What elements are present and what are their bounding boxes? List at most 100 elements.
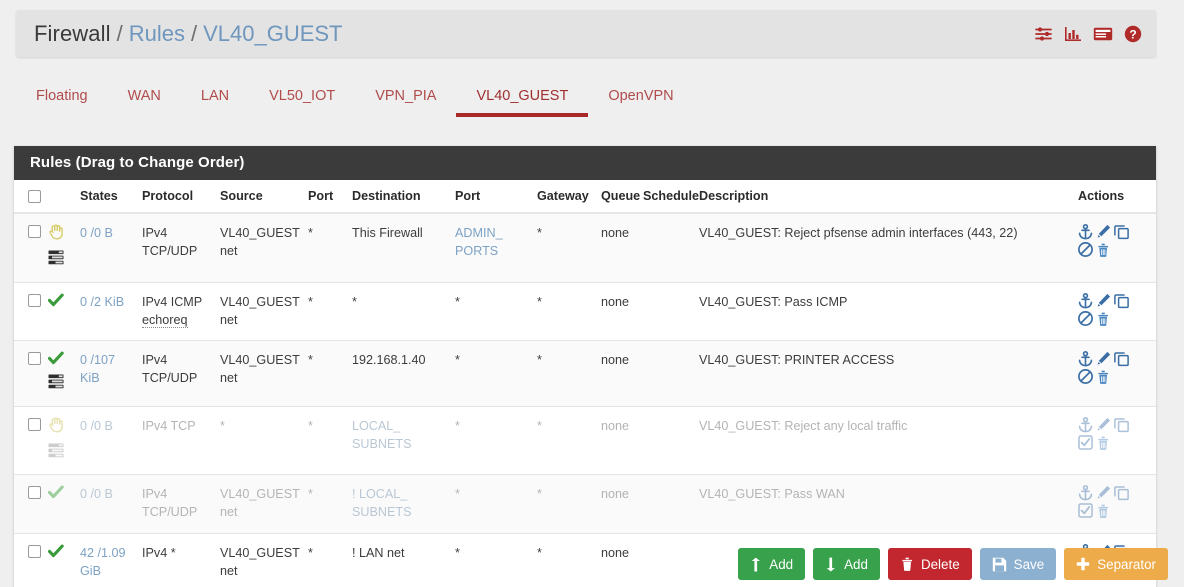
pencil-icon[interactable]: [1096, 293, 1111, 309]
anchor-icon[interactable]: [1078, 351, 1093, 367]
rule-states-value[interactable]: 42 /1.09 GiB: [80, 546, 126, 578]
add-button-top[interactable]: Add: [738, 548, 806, 580]
pencil-icon[interactable]: [1096, 224, 1111, 240]
rule-source-port-cell: *: [304, 282, 348, 341]
pass-check-icon[interactable]: [47, 293, 65, 312]
select-all-checkbox[interactable]: [28, 190, 41, 203]
tab-openvpn[interactable]: OpenVPN: [588, 78, 693, 117]
help-circle-icon[interactable]: ?: [1124, 25, 1142, 43]
anchor-icon[interactable]: [1078, 224, 1093, 240]
bar-chart-icon[interactable]: [1064, 26, 1082, 42]
tab-floating[interactable]: Floating: [16, 78, 108, 117]
pass-check-icon[interactable]: [47, 351, 65, 370]
rule-schedule-cell: [639, 282, 695, 341]
row-checkbox[interactable]: [28, 293, 41, 307]
delete-button[interactable]: Delete: [887, 548, 972, 580]
check-square-icon[interactable]: [1078, 434, 1093, 451]
table-row[interactable]: 0 /0 B IPv4 TCP * * LOCAL_ SUBNETS * * none VL40…: [14, 406, 1156, 475]
anchor-icon[interactable]: [1078, 292, 1093, 309]
pencil-icon[interactable]: [1096, 485, 1111, 501]
pass-check-icon[interactable]: [47, 544, 65, 563]
add-button-bottom[interactable]: Add: [813, 548, 880, 580]
breadcrumb-current-interface[interactable]: VL40_GUEST: [203, 21, 342, 47]
rule-source-cell: VL40_GUEST net: [216, 282, 304, 341]
ban-circle-icon[interactable]: [1078, 242, 1093, 258]
rule-destination-cell: ! LOCAL_ SUBNETS: [348, 474, 451, 534]
rule-states-value[interactable]: 0 /107 KiB: [80, 353, 115, 385]
pencil-icon[interactable]: [1096, 417, 1111, 433]
table-row[interactable]: 0 /0 B IPv4 TCP/UDP VL40_GUEST net *! LOCAL…: [14, 474, 1156, 534]
table-row[interactable]: 0 /2 KiB IPv4 ICMP echoreq VL40_GUEST net * *…: [14, 282, 1156, 341]
table-row[interactable]: 0 /0 B IPv4 TCP/UDP VL40_GUEST net * This Fi…: [14, 213, 1156, 283]
trash-icon[interactable]: [1096, 503, 1110, 519]
breadcrumb-link-rules[interactable]: Rules: [129, 21, 185, 47]
interface-tabs: Floating WAN LAN VL50_IOT VPN_PIA VL40_GUEST O…: [16, 78, 1156, 123]
trash-icon[interactable]: [1096, 435, 1110, 451]
log-icon[interactable]: [48, 250, 64, 270]
rule-queue-cell: none: [597, 406, 639, 475]
copy-icon[interactable]: [1114, 293, 1129, 309]
rule-protocol-value: IPv4 TCP/UDP: [142, 487, 198, 520]
col-header-schedule: Schedule: [639, 180, 699, 214]
rules-footer-buttons: Add Add Delete Save Separator: [738, 548, 1168, 580]
tab-vl50-iot[interactable]: VL50_IOT: [249, 78, 355, 117]
ban-circle-icon[interactable]: [1078, 310, 1093, 327]
rules-table: States Protocol Source Port Destination …: [14, 180, 1156, 587]
copy-icon[interactable]: [1114, 351, 1129, 367]
tab-lan[interactable]: LAN: [181, 78, 249, 117]
rule-dest-port-value[interactable]: ADMIN_ PORTS: [455, 226, 503, 258]
ban-circle-icon[interactable]: [1078, 369, 1093, 385]
trash-icon[interactable]: [1096, 369, 1110, 385]
check-square-icon[interactable]: [1078, 503, 1093, 519]
row-select-cell: [14, 282, 44, 341]
rule-states-value[interactable]: 0 /2 KiB: [80, 295, 124, 309]
rule-destination-cell: 192.168.1.40: [348, 340, 451, 407]
table-row[interactable]: 0 /107 KiB IPv4 TCP/UDP VL40_GUEST net * 192…: [14, 340, 1156, 407]
copy-icon[interactable]: [1114, 224, 1129, 240]
rule-destination-cell: ! LAN net: [348, 533, 451, 587]
rule-queue-cell: none: [597, 282, 639, 341]
tab-wan[interactable]: WAN: [108, 78, 181, 117]
pencil-icon[interactable]: [1096, 351, 1111, 367]
firewall-rules-page: Firewall / Rules / VL40_GUEST ? Floating…: [0, 0, 1184, 587]
tab-vl40-guest[interactable]: VL40_GUEST: [456, 78, 589, 117]
col-header-source: Source: [216, 180, 304, 214]
separator-button[interactable]: Separator: [1064, 548, 1168, 580]
rule-protocol-value: IPv4 ICMP: [142, 294, 203, 309]
trash-icon[interactable]: [1096, 242, 1110, 258]
anchor-icon[interactable]: [1078, 485, 1093, 501]
table-list-icon[interactable]: [1093, 26, 1113, 42]
rule-protocol-value: IPv4 TCP/UDP: [142, 226, 198, 259]
rule-destination-cell: This Firewall: [348, 213, 451, 283]
breadcrumb-separator-2: /: [190, 20, 198, 46]
reject-hand-icon[interactable]: [48, 417, 65, 439]
rule-protocol-cell: IPv4 *: [138, 533, 216, 587]
rule-source-cell: VL40_GUEST net: [216, 340, 304, 407]
save-button[interactable]: Save: [979, 548, 1057, 580]
rule-states-value[interactable]: 0 /0 B: [80, 419, 113, 433]
rule-states-value[interactable]: 0 /0 B: [80, 487, 113, 501]
copy-icon[interactable]: [1114, 417, 1129, 433]
row-checkbox[interactable]: [28, 352, 41, 365]
row-checkbox[interactable]: [28, 225, 41, 238]
tab-vpn-pia[interactable]: VPN_PIA: [355, 78, 456, 117]
button-label: Delete: [920, 556, 960, 572]
rule-queue-cell: none: [597, 474, 639, 534]
rule-gateway-cell: *: [533, 282, 597, 341]
rule-destination-value[interactable]: ! LOCAL_ SUBNETS: [352, 487, 411, 519]
button-label: Separator: [1097, 556, 1156, 572]
row-checkbox[interactable]: [28, 544, 41, 558]
log-icon[interactable]: [48, 443, 64, 463]
log-icon[interactable]: [48, 374, 64, 394]
anchor-icon[interactable]: [1078, 416, 1093, 433]
rule-status-cell: [44, 474, 76, 534]
reject-hand-icon[interactable]: [48, 224, 65, 246]
copy-icon[interactable]: [1114, 485, 1129, 501]
rule-destination-value[interactable]: LOCAL_ SUBNETS: [352, 419, 411, 451]
row-checkbox[interactable]: [28, 486, 41, 499]
pass-check-icon[interactable]: [47, 485, 65, 504]
trash-icon[interactable]: [1096, 311, 1110, 327]
rule-states-value[interactable]: 0 /0 B: [80, 226, 113, 240]
row-checkbox[interactable]: [28, 417, 41, 431]
sliders-icon[interactable]: [1035, 26, 1053, 42]
